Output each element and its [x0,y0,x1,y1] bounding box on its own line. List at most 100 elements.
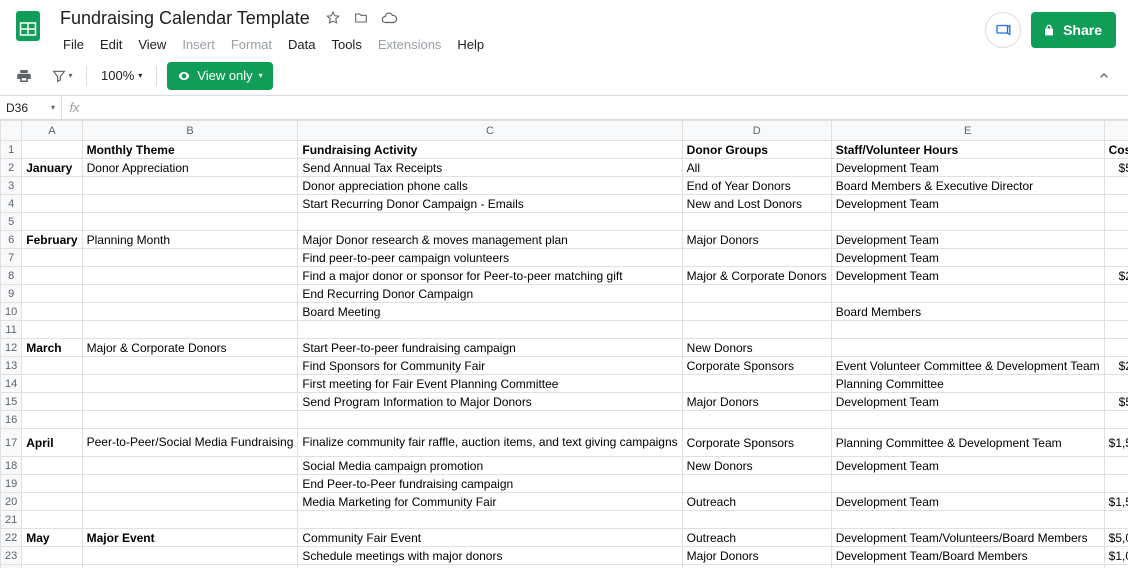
name-box-input[interactable] [6,101,51,115]
cell[interactable] [22,511,82,529]
cell[interactable]: $500.00 [1104,393,1128,411]
cell[interactable]: Schedule meetings with major donors [298,547,682,565]
row-header[interactable]: 5 [1,213,22,231]
chevron-down-icon[interactable]: ▾ [51,103,55,112]
cell[interactable]: $250.00 [1104,357,1128,375]
cell[interactable] [1104,475,1128,493]
cell[interactable]: April [22,429,82,457]
cell[interactable]: January [22,159,82,177]
cell[interactable] [22,303,82,321]
cell[interactable]: Major Donor research & moves management … [298,231,682,249]
cell[interactable] [82,303,298,321]
cell[interactable] [1104,249,1128,267]
cell[interactable]: Development Team [831,195,1104,213]
cell[interactable] [82,321,298,339]
cell[interactable]: Event Volunteer Committee & Development … [831,357,1104,375]
cell[interactable] [22,493,82,511]
row-header[interactable]: 13 [1,357,22,375]
cell[interactable]: Development Team [831,159,1104,177]
cell[interactable] [22,177,82,195]
row-header[interactable]: 17 [1,429,22,457]
row-header[interactable]: 11 [1,321,22,339]
cell[interactable] [82,267,298,285]
cell[interactable]: Outreach [682,529,831,547]
cell[interactable] [82,195,298,213]
select-all-corner[interactable] [1,121,22,141]
spreadsheet-grid[interactable]: A B C D E F G 1Monthly ThemeFundraising … [0,120,1128,568]
cell[interactable]: New and Lost Donors [682,195,831,213]
cell[interactable]: Send Program Information to Major Donors [298,393,682,411]
cell[interactable]: Development Team [831,493,1104,511]
cell[interactable]: Planning Committee [831,375,1104,393]
cell[interactable] [22,195,82,213]
cell[interactable] [22,267,82,285]
row-header[interactable]: 23 [1,547,22,565]
cell[interactable]: $ - [1104,457,1128,475]
cell[interactable] [82,511,298,529]
column-header[interactable]: A [22,121,82,141]
cell[interactable] [682,475,831,493]
cell[interactable] [1104,231,1128,249]
cell[interactable] [682,303,831,321]
cell[interactable] [682,511,831,529]
row-header[interactable]: 10 [1,303,22,321]
cell[interactable]: Development Team/Board Members [831,547,1104,565]
column-header[interactable]: C [298,121,682,141]
cell[interactable] [22,411,82,429]
row-header[interactable]: 20 [1,493,22,511]
cell[interactable]: Development Team [831,457,1104,475]
cell[interactable] [22,213,82,231]
cell[interactable]: $500.00 [1104,159,1128,177]
menu-data[interactable]: Data [281,34,322,55]
cell[interactable] [22,357,82,375]
cell[interactable] [298,511,682,529]
cell[interactable] [831,511,1104,529]
cell[interactable] [1104,213,1128,231]
cell[interactable] [22,565,82,568]
share-button[interactable]: Share [1031,12,1116,48]
cell[interactable]: Start Recurring Donor Campaign - Emails [298,195,682,213]
cell[interactable] [22,547,82,565]
cell[interactable] [22,375,82,393]
cell[interactable] [1104,321,1128,339]
menu-file[interactable]: File [56,34,91,55]
cell[interactable]: Major & Corporate Donors [682,267,831,285]
cell[interactable] [82,393,298,411]
cell[interactable] [682,249,831,267]
cell[interactable] [82,375,298,393]
cell[interactable] [22,321,82,339]
cell[interactable]: Finalize community fair raffle, auction … [298,429,682,457]
cell[interactable] [82,475,298,493]
row-header[interactable]: 12 [1,339,22,357]
row-header[interactable]: 8 [1,267,22,285]
cloud-icon[interactable] [380,9,398,27]
cell[interactable]: Monthly Theme [82,141,298,159]
cell[interactable] [298,411,682,429]
cell[interactable]: New Donors [682,457,831,475]
cell[interactable] [22,457,82,475]
cell[interactable]: March [22,339,82,357]
cell[interactable]: New Donors [682,339,831,357]
row-header[interactable]: 24 [1,565,22,568]
cell[interactable] [831,411,1104,429]
menu-edit[interactable]: Edit [93,34,129,55]
cell[interactable]: Corporate Sponsors [682,357,831,375]
cell[interactable]: All [682,159,831,177]
row-header[interactable]: 18 [1,457,22,475]
star-icon[interactable] [324,9,342,27]
column-header[interactable]: F [1104,121,1128,141]
cell[interactable] [831,475,1104,493]
cell[interactable] [82,457,298,475]
cell[interactable]: $1,500.00 [1104,493,1128,511]
cell[interactable] [1104,511,1128,529]
cell[interactable]: Major & Corporate Donors [82,339,298,357]
cell[interactable] [22,285,82,303]
row-header[interactable]: 21 [1,511,22,529]
row-header[interactable]: 9 [1,285,22,303]
cell[interactable]: Find a major donor or sponsor for Peer-t… [298,267,682,285]
cell[interactable]: Development Team [831,267,1104,285]
row-header[interactable]: 1 [1,141,22,159]
row-header[interactable]: 4 [1,195,22,213]
cell[interactable] [298,213,682,231]
row-header[interactable]: 6 [1,231,22,249]
